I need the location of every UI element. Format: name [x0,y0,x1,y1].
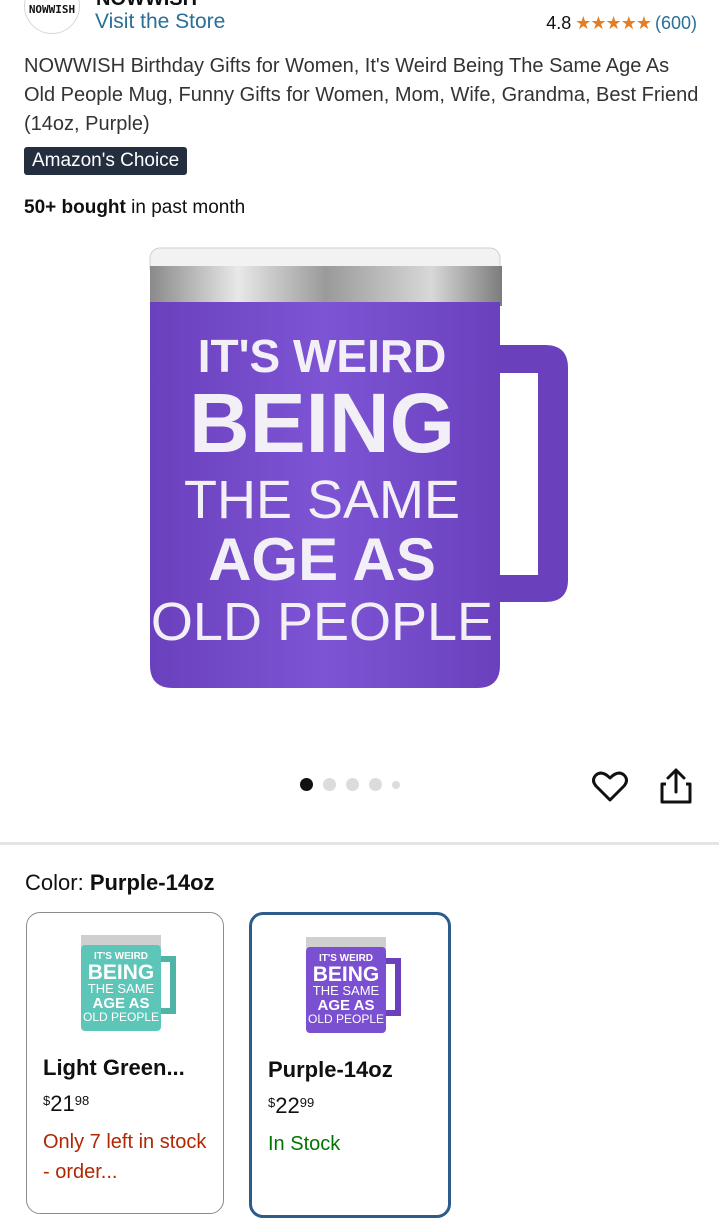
rating[interactable]: 4.8 ★★★★★ (600) [546,13,697,34]
price-whole: 22 [275,1093,300,1118]
product-image[interactable]: IT'S WEIRD BEING THE SAME AGE AS OLD PEO… [140,240,580,690]
section-divider [0,842,719,845]
swatch-price: $2198 [43,1091,89,1117]
mug-text-line-4: AGE AS [208,526,436,593]
amazons-choice-badge[interactable]: Amazon's Choice [24,147,188,175]
color-option-light-green[interactable]: IT'S WEIRD BEING THE SAME AGE AS OLD PEO… [26,912,224,1214]
price-whole: 21 [50,1091,75,1116]
share-icon[interactable] [658,766,694,806]
mug-text-line-2: BEING [189,376,455,470]
swatch-name: Light Green... [43,1055,185,1080]
star-rating-icon: ★★★★★ [575,13,652,33]
image-carousel-dots[interactable] [300,778,400,791]
brand-logo-text: NOWWISH [28,3,76,16]
mug-text-line-1: IT'S WEIRD [198,330,447,382]
carousel-dot[interactable] [369,778,382,791]
stock-status: Only 7 left in stock - order... [43,1131,207,1183]
bought-rest: in past month [125,197,246,218]
bought-bold: 50+ bought [24,197,126,218]
product-title: NOWWISH Birthday Gifts for Women, It's W… [24,55,699,135]
price-cents: 98 [74,1093,90,1108]
carousel-dot[interactable] [300,778,313,791]
carousel-dot[interactable] [346,778,359,791]
price-symbol: $ [268,1095,276,1110]
price-symbol: $ [43,1093,51,1108]
thumb-text-line-5: OLD PEOPLE [83,1010,159,1024]
purple-mug-thumbnail: IT'S WEIRD BEING THE SAME AGE AS OLD PEO… [306,937,401,1033]
swatch-price: $2299 [268,1093,314,1119]
visit-store-link[interactable]: Visit the Store [95,10,225,34]
color-label: Color: Purple-14oz [25,870,215,896]
rating-value: 4.8 [546,13,572,33]
color-option-purple[interactable]: IT'S WEIRD BEING THE SAME AGE AS OLD PEO… [249,912,451,1218]
carousel-dot[interactable] [392,780,400,789]
light-green-mug-thumbnail: IT'S WEIRD BEING THE SAME AGE AS OLD PEO… [81,935,176,1031]
thumb-text-line-3: THE SAME [313,983,380,998]
mug-text-line-3: THE SAME [184,470,460,530]
price-cents: 99 [299,1095,315,1110]
selected-color: Purple-14oz [89,870,215,895]
heart-icon[interactable] [590,766,630,806]
carousel-dot[interactable] [323,778,336,791]
thumb-text-line-3: THE SAME [88,981,155,996]
rating-count[interactable]: (600) [655,13,697,34]
bought-count: 50+ bought in past month [24,197,245,219]
color-label-text: Color: [25,870,84,895]
stock-status: In Stock [268,1133,341,1155]
brand-logo[interactable]: NOWWISH [24,0,80,34]
swatch-name: Purple-14oz [268,1057,393,1082]
mug-text-line-5: OLD PEOPLE [151,592,493,652]
thumb-text-line-5: OLD PEOPLE [308,1012,384,1026]
